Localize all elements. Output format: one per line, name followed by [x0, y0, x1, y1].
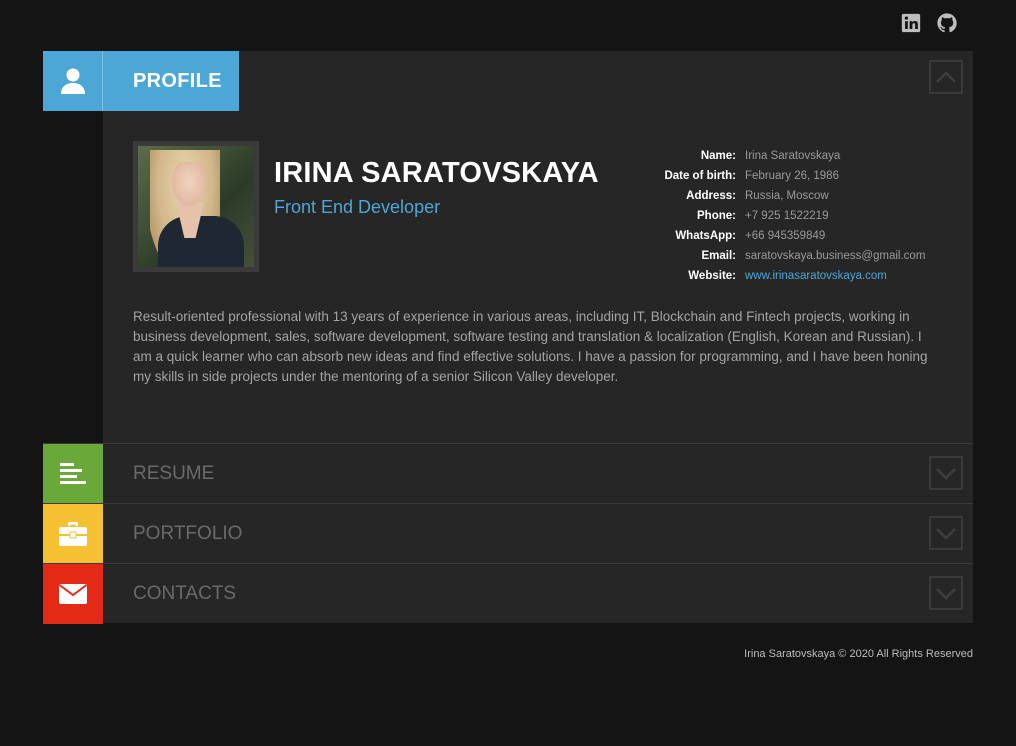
section-resume-label: RESUME — [133, 463, 215, 484]
section-contacts-label: CONTACTS — [133, 583, 237, 604]
expand-contacts-button[interactable] — [929, 576, 963, 610]
avatar — [133, 141, 259, 272]
resume-card: PROFILE IRINA SARATOVSKAYA Front End Dev… — [43, 51, 973, 624]
tab-profile-label: PROFILE — [133, 69, 222, 92]
tab-profile[interactable]: PROFILE — [43, 51, 239, 111]
github-icon[interactable] — [936, 12, 958, 34]
expand-portfolio-button[interactable] — [929, 516, 963, 550]
profile-summary: Result-oriented professional with 13 yea… — [133, 309, 928, 384]
info-row-whatsapp: WhatsApp: +66 945359849 — [643, 226, 925, 246]
info-row-website: Website: www.irinasaratovskaya.com — [643, 266, 925, 286]
info-value: Russia, Moscow — [745, 190, 829, 202]
info-row-address: Address: Russia, Moscow — [643, 186, 925, 206]
info-row-email: Email: saratovskaya.business@gmail.com — [643, 246, 925, 266]
profile-role: Front End Developer — [274, 197, 441, 217]
info-value: February 26, 1986 — [745, 170, 839, 182]
info-label: Address: — [686, 190, 736, 202]
envelope-icon — [43, 564, 103, 624]
chevron-up-icon — [936, 71, 956, 83]
briefcase-icon — [43, 504, 103, 564]
info-value: Irina Saratovskaya — [745, 150, 841, 162]
info-label: Name: — [700, 150, 736, 162]
list-icon — [43, 444, 103, 504]
info-label: Date of birth: — [664, 170, 736, 182]
section-portfolio-label: PORTFOLIO — [133, 523, 243, 544]
info-label: Email: — [701, 250, 736, 262]
social-links — [900, 12, 958, 34]
info-value: +7 925 1522219 — [745, 210, 829, 222]
section-resume[interactable]: RESUME — [43, 443, 973, 504]
info-label: Website: — [688, 270, 736, 282]
info-row-phone: Phone: +7 925 1522219 — [643, 206, 925, 226]
info-value: +66 945359849 — [745, 230, 826, 242]
info-label: WhatsApp: — [675, 230, 736, 242]
chevron-down-icon — [936, 588, 956, 600]
info-row-name: Name: Irina Saratovskaya — [643, 146, 925, 166]
section-contacts[interactable]: CONTACTS — [43, 563, 973, 624]
website-link[interactable]: www.irinasaratovskaya.com — [745, 266, 887, 286]
info-value: saratovskaya.business@gmail.com — [745, 250, 926, 262]
personal-info: Name: Irina Saratovskaya Date of birth: … — [643, 146, 925, 286]
info-label: Phone: — [697, 210, 736, 222]
linkedin-icon[interactable] — [900, 12, 922, 34]
section-portfolio[interactable]: PORTFOLIO — [43, 503, 973, 564]
chevron-down-icon — [936, 468, 956, 480]
collapse-profile-button[interactable] — [929, 60, 963, 94]
info-row-birth: Date of birth: February 26, 1986 — [643, 166, 925, 186]
expand-resume-button[interactable] — [929, 456, 963, 490]
chevron-down-icon — [936, 528, 956, 540]
user-icon — [43, 51, 103, 111]
footer-copyright: Irina Saratovskaya © 2020 All Rights Res… — [744, 648, 973, 660]
profile-name: IRINA SARATOVSKAYA — [274, 157, 599, 189]
